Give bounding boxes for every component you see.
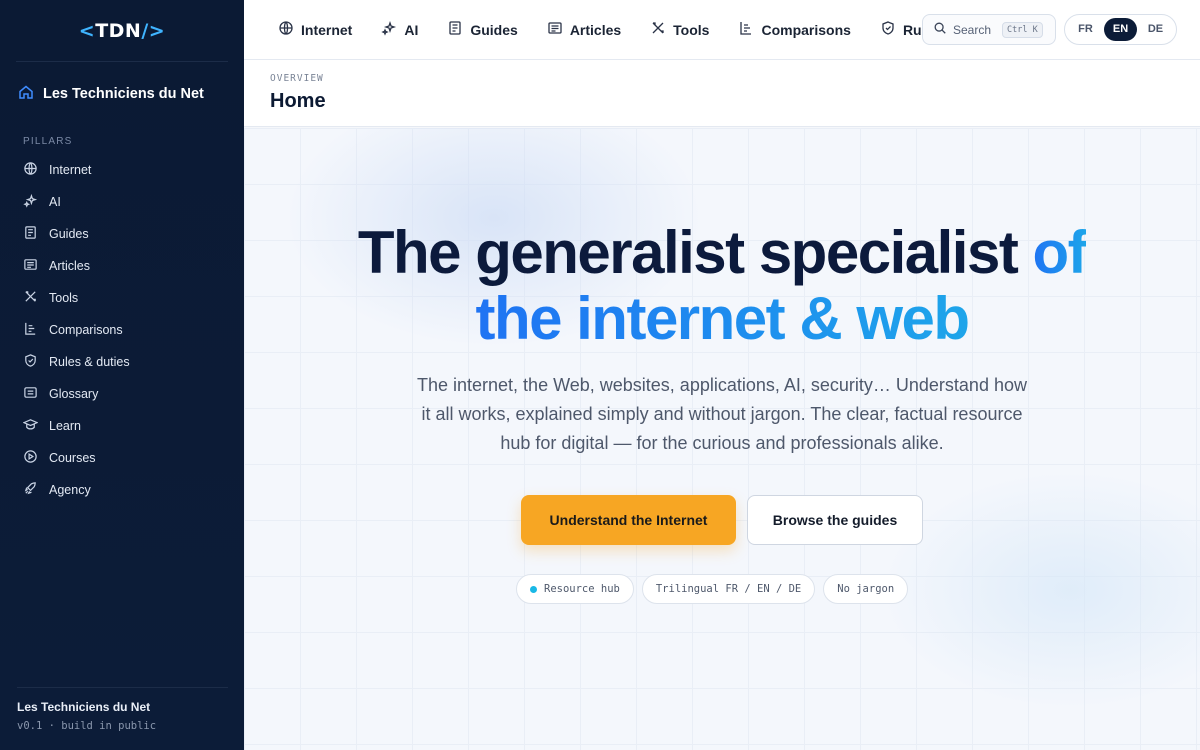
- newspaper-icon: [23, 257, 38, 275]
- sidebar-item-label: Guides: [49, 227, 89, 241]
- nav-item-label: AI: [404, 21, 419, 38]
- document-icon: [447, 20, 463, 39]
- nav-item-articles[interactable]: Articles: [547, 20, 621, 39]
- comparison-icon: [738, 20, 754, 39]
- graduation-cap-icon: [22, 417, 39, 435]
- home-icon: [18, 84, 34, 104]
- nav-item-ai[interactable]: AI: [381, 20, 418, 39]
- sidebar-footer: Les Techniciens du Net v0.1 · build in p…: [17, 687, 228, 732]
- hero-headline: The generalist specialist of the interne…: [244, 220, 1200, 352]
- sparkle-icon: [381, 20, 397, 39]
- sidebar-item-label: Courses: [49, 451, 96, 465]
- sidebar-home-label: Les Techniciens du Net: [43, 86, 204, 102]
- language-option-en[interactable]: EN: [1104, 18, 1137, 41]
- sidebar-item-label: Comparisons: [49, 323, 123, 337]
- document-icon: [23, 225, 38, 243]
- sidebar-item-learn[interactable]: Learn: [0, 410, 244, 442]
- sidebar-item-label: Rules & duties: [49, 355, 130, 369]
- comparison-icon: [23, 321, 38, 339]
- sparkle-icon: [23, 193, 38, 211]
- nav-item-label: Tools: [673, 21, 710, 38]
- rocket-icon: [23, 481, 38, 499]
- sidebar-item-comparisons[interactable]: Comparisons: [0, 314, 244, 346]
- language-switcher: FR EN DE: [1064, 14, 1177, 45]
- nav-item-tools[interactable]: Tools: [650, 20, 709, 39]
- feature-chip-label: Resource hub: [544, 583, 620, 595]
- page-title: Home: [270, 90, 326, 112]
- sidebar-item-glossary[interactable]: Glossary: [0, 378, 244, 410]
- sidebar-item-ai[interactable]: AI: [0, 186, 244, 218]
- hero-headline-accent: of: [1032, 219, 1087, 286]
- sidebar-item-label: AI: [49, 195, 61, 209]
- sidebar-item-label: Tools: [49, 291, 79, 305]
- feature-chip-label: No jargon: [837, 583, 895, 595]
- shield-icon: [23, 353, 38, 371]
- sidebar-item-internet[interactable]: Internet: [0, 154, 244, 186]
- sidebar-item-label: Agency: [49, 483, 91, 497]
- breadcrumb: OVERVIEW: [270, 73, 324, 84]
- logo-name: TDN: [95, 19, 142, 42]
- globe-icon: [278, 20, 294, 39]
- nav-item-label: Guides: [470, 21, 518, 38]
- nav-item-label: Articles: [569, 21, 622, 38]
- search-button[interactable]: Search Ctrl K: [922, 14, 1056, 45]
- feature-chip: Trilingual FR / EN / DE: [641, 574, 816, 604]
- understand-internet-button[interactable]: Understand the Internet: [521, 495, 736, 545]
- sidebar-item-guides[interactable]: Guides: [0, 218, 244, 250]
- top-navigation: Internet AI Guides Articles Tools Compar…: [244, 0, 1200, 60]
- logo-text: <TDN/>: [79, 20, 165, 42]
- sidebar-item-agency[interactable]: Agency: [0, 474, 244, 506]
- language-option-fr[interactable]: FR: [1069, 18, 1102, 41]
- hero-subtitle: The internet, the Web, websites, applica…: [417, 375, 1027, 453]
- logo[interactable]: <TDN/>: [16, 0, 228, 62]
- sidebar-item-tools[interactable]: Tools: [0, 282, 244, 314]
- sidebar-item-label: Learn: [49, 419, 81, 433]
- tools-icon: [650, 20, 666, 39]
- sidebar: <TDN/> Les Techniciens du Net PILLARS In…: [0, 0, 244, 750]
- nav-item-label: Internet: [301, 21, 353, 38]
- sidebar-item-courses[interactable]: Courses: [0, 442, 244, 474]
- search-icon: [933, 20, 947, 39]
- nav-item-guides[interactable]: Guides: [447, 20, 518, 39]
- search-placeholder: Search: [953, 22, 992, 37]
- sidebar-item-label: Articles: [49, 259, 90, 273]
- play-circle-icon: [23, 449, 38, 467]
- feature-chip: Resource hub: [516, 574, 634, 604]
- status-dot-icon: [530, 585, 537, 593]
- sidebar-home-link[interactable]: Les Techniciens du Net: [0, 64, 244, 124]
- browse-guides-button[interactable]: Browse the guides: [747, 495, 923, 545]
- sidebar-item-rules-duties[interactable]: Rules & duties: [0, 346, 244, 378]
- feature-chip-label: Trilingual FR / EN / DE: [655, 583, 802, 595]
- search-shortcut: Ctrl K: [1002, 21, 1043, 38]
- tools-icon: [23, 289, 38, 307]
- hero-feature-chips: Resource hub Trilingual FR / EN / DE No …: [516, 574, 909, 604]
- sidebar-footer-version: v0.1 · build in public: [17, 720, 157, 732]
- sidebar-footer-name: Les Techniciens du Net: [17, 700, 151, 714]
- sidebar-nav: Internet AI Guides Articles Tools Compar…: [0, 154, 244, 506]
- language-option-de[interactable]: DE: [1139, 18, 1172, 41]
- hero-section: The generalist specialist of the interne…: [244, 128, 1200, 750]
- globe-icon: [23, 161, 38, 179]
- hero-headline-main: The generalist specialist: [357, 219, 1033, 286]
- page-header: OVERVIEW Home: [244, 60, 1200, 127]
- glossary-icon: [23, 385, 38, 403]
- sidebar-item-label: Glossary: [49, 387, 99, 401]
- logo-bracket-close: />: [141, 19, 166, 42]
- sidebar-item-label: Internet: [49, 163, 92, 177]
- hero-background-glow: [880, 470, 1200, 710]
- logo-bracket-open: <: [78, 19, 96, 42]
- hero-headline-accent: the internet & web: [475, 285, 970, 352]
- sidebar-section-label: PILLARS: [23, 136, 73, 147]
- feature-chip: No jargon: [823, 574, 909, 604]
- nav-item-internet[interactable]: Internet: [278, 20, 352, 39]
- shield-icon: [880, 20, 896, 39]
- newspaper-icon: [547, 20, 563, 39]
- sidebar-item-articles[interactable]: Articles: [0, 250, 244, 282]
- nav-item-comparisons[interactable]: Comparisons: [738, 20, 851, 39]
- nav-item-label: Comparisons: [761, 21, 851, 38]
